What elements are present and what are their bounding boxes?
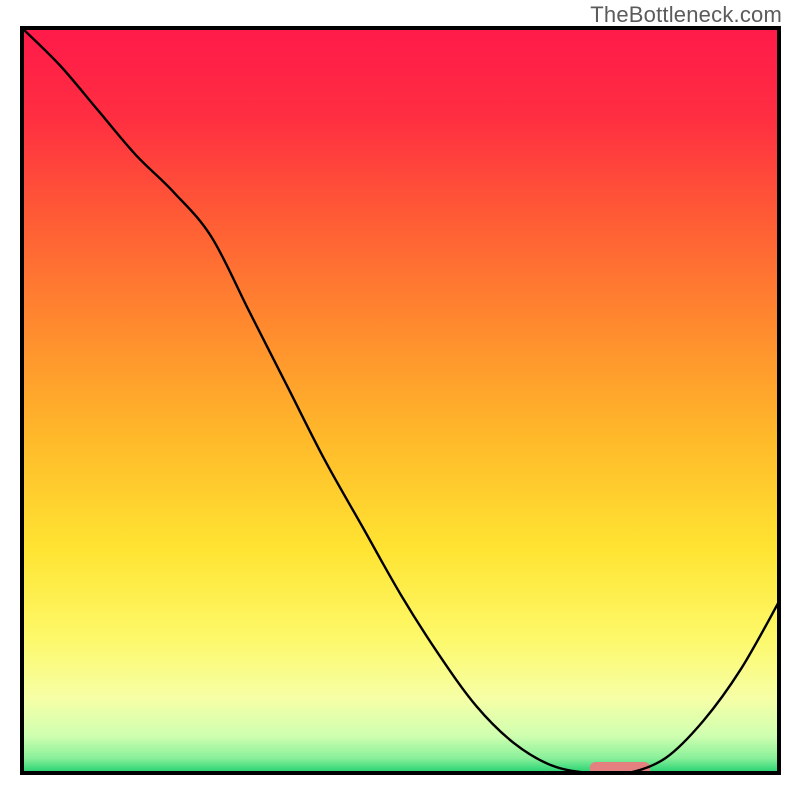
plot-area [22, 28, 779, 775]
chart-container: TheBottleneck.com [0, 0, 800, 800]
bottleneck-chart [0, 0, 800, 800]
gradient-background [22, 28, 779, 773]
